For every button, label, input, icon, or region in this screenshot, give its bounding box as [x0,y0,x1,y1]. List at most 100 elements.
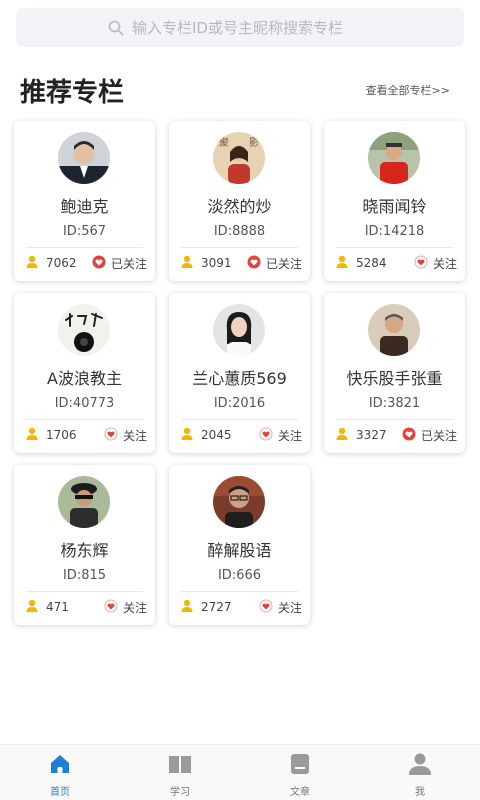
heart-outline-icon [414,255,433,272]
fans-count: 5284 [356,256,387,270]
fans-count: 7062 [46,256,77,270]
divider [26,419,143,420]
column-id: ID:815 [62,568,107,583]
fans-count: 2727 [201,600,232,614]
column-id: ID:666 [217,568,262,583]
home-icon [49,753,71,779]
heart-icon [247,255,266,272]
heart-icon [92,255,111,272]
column-id: ID:2016 [213,396,266,411]
follow-label: 关注 [122,428,147,443]
follow-label: 关注 [432,256,457,271]
svg-text:影: 影 [249,137,259,149]
fans-count: 3091 [201,256,232,270]
fans-count: 471 [46,600,69,614]
column-name: 鲍迪克 [60,197,109,216]
column-name: 淡然的炒 [207,197,272,216]
fans-icon [181,255,201,272]
column-card[interactable]: A波浪教主 ID:40773 1706 关注 [14,293,155,453]
column-id: ID:3821 [368,396,421,411]
column-name: 快乐股手张重 [346,369,443,388]
fans-icon [336,427,356,444]
article-icon [289,753,311,779]
column-name: A波浪教主 [47,369,122,388]
divider [336,247,453,248]
column-card[interactable]: 兰心蕙质569 ID:2016 2045 关注 [169,293,310,453]
column-card[interactable]: 聚影 淡然的炒 ID:8888 3091 已关注 [169,121,310,281]
fans-icon [26,599,46,616]
column-id: ID:8888 [213,224,266,239]
search-bar[interactable] [16,8,464,47]
heart-outline-icon [104,427,123,444]
fans-icon [336,255,356,272]
user-icon [408,753,432,779]
column-name: 杨东辉 [60,541,109,560]
follow-button[interactable]: 已关注 [92,255,147,272]
divider [26,247,143,248]
see-all-link[interactable]: 查看全部专栏>> [366,82,450,98]
follow-label: 关注 [277,428,302,443]
follow-button[interactable]: 关注 [414,255,457,272]
tab-label: 首页 [50,787,70,798]
fans-count: 1706 [46,428,77,442]
avatar [213,476,265,528]
follow-button[interactable]: 已关注 [247,255,302,272]
column-name: 醉解股语 [207,541,272,560]
fans-icon [26,255,46,272]
follow-button[interactable]: 关注 [259,427,302,444]
follow-label: 已关注 [110,256,147,271]
follow-label: 关注 [122,600,147,615]
follow-button[interactable]: 关注 [104,599,147,616]
divider [181,247,298,248]
tab-study[interactable]: 学习 [120,745,240,800]
divider [181,419,298,420]
column-id: ID:40773 [54,396,115,411]
search-icon [108,20,124,36]
fans-icon [181,427,201,444]
follow-button[interactable]: 关注 [104,427,147,444]
column-card[interactable]: 快乐股手张重 ID:3821 3327 已关注 [324,293,465,453]
follow-button[interactable]: 已关注 [402,427,457,444]
heart-outline-icon [259,427,278,444]
avatar: 聚影 [213,132,265,184]
column-id: ID:567 [62,224,107,239]
divider [181,591,298,592]
heart-outline-icon [259,599,278,616]
follow-label: 关注 [277,600,302,615]
tab-articles[interactable]: 文章 [240,745,360,800]
column-card[interactable]: 鲍迪克 ID:567 7062 已关注 [14,121,155,281]
avatar [213,304,265,356]
avatar [58,476,110,528]
avatar [58,132,110,184]
column-card[interactable]: 杨东辉 ID:815 471 关注 [14,465,155,625]
avatar [58,304,110,356]
column-name: 兰心蕙质569 [192,369,287,388]
tab-home[interactable]: 首页 [0,745,120,800]
divider [26,591,143,592]
fans-icon [181,599,201,616]
avatar [368,304,420,356]
fans-icon [26,427,46,444]
tab-label: 我 [415,787,425,798]
avatar [368,132,420,184]
divider [336,419,453,420]
svg-text:聚: 聚 [219,137,229,149]
bottom-tab-bar: 首页 学习 文章 我 [0,744,480,800]
heart-outline-icon [104,599,123,616]
fans-count: 2045 [201,428,232,442]
search-input[interactable] [132,18,372,37]
follow-label: 已关注 [420,428,457,443]
follow-button[interactable]: 关注 [259,599,302,616]
tab-label: 文章 [290,787,310,798]
heart-icon [402,427,421,444]
follow-label: 已关注 [265,256,302,271]
column-name: 晓雨闻铃 [362,197,427,216]
fans-count: 3327 [356,428,387,442]
column-card[interactable]: 晓雨闻铃 ID:14218 5284 关注 [324,121,465,281]
tab-me[interactable]: 我 [360,745,480,800]
tab-label: 学习 [170,787,190,798]
column-card[interactable]: 醉解股语 ID:666 2727 关注 [169,465,310,625]
book-icon [168,753,192,779]
column-id: ID:14218 [364,224,425,239]
section-title: 推荐专栏 [20,78,125,108]
